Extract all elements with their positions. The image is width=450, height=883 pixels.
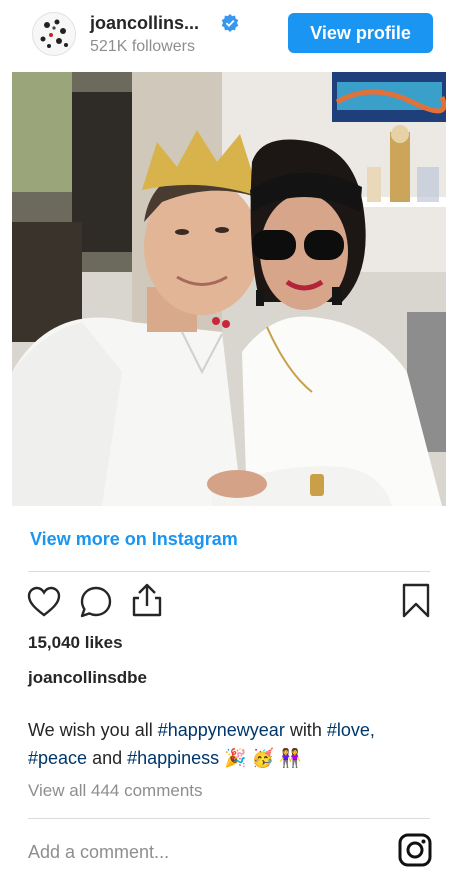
- followers-count: 521K followers: [90, 38, 195, 55]
- divider: [28, 818, 430, 819]
- avatar[interactable]: [32, 12, 76, 56]
- comment-icon[interactable]: [78, 584, 114, 620]
- heart-icon[interactable]: [26, 584, 62, 620]
- hashtag-link[interactable]: #peace: [28, 748, 87, 768]
- hashtag-link[interactable]: #happiness: [127, 748, 219, 768]
- hashtag-link[interactable]: #happynewyear: [158, 720, 285, 740]
- action-bar: [12, 580, 446, 622]
- instagram-embed: joancollins... 521K followers View profi…: [12, 0, 446, 883]
- post-owner-username[interactable]: joancollinsdbe: [28, 668, 147, 688]
- verified-badge-icon: [221, 14, 239, 32]
- caption-text: We wish you all: [28, 720, 158, 740]
- username[interactable]: joancollins...: [90, 13, 199, 34]
- add-comment-input[interactable]: Add a comment...: [28, 842, 169, 863]
- post-caption: We wish you all #happynewyear with #love…: [28, 716, 428, 772]
- view-more-on-instagram-link[interactable]: View more on Instagram: [30, 529, 238, 550]
- post-header: joancollins... 521K followers View profi…: [12, 0, 446, 68]
- view-profile-button[interactable]: View profile: [288, 13, 433, 53]
- instagram-icon[interactable]: [398, 833, 432, 867]
- view-all-comments-link[interactable]: View all 444 comments: [28, 781, 203, 801]
- likes-count[interactable]: 15,040 likes: [28, 633, 123, 653]
- caption-text: and: [87, 748, 128, 768]
- hashtag-link[interactable]: #love,: [327, 720, 375, 740]
- divider: [28, 571, 430, 572]
- caption-text: with: [284, 720, 327, 740]
- caption-emoji: 🎉 🥳 👭: [219, 748, 302, 768]
- post-photo[interactable]: [12, 72, 446, 506]
- bookmark-icon[interactable]: [398, 582, 434, 618]
- share-icon[interactable]: [129, 582, 165, 618]
